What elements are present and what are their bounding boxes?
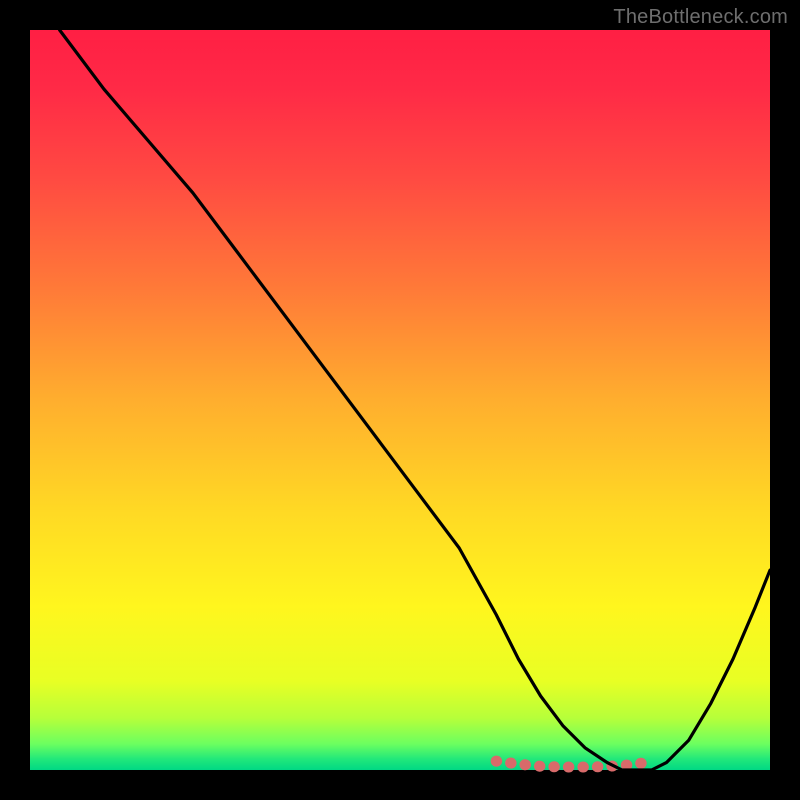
gradient-background (30, 30, 770, 770)
watermark-label: TheBottleneck.com (613, 6, 788, 29)
bottleneck-chart (0, 0, 800, 800)
chart-stage: TheBottleneck.com (0, 0, 800, 800)
